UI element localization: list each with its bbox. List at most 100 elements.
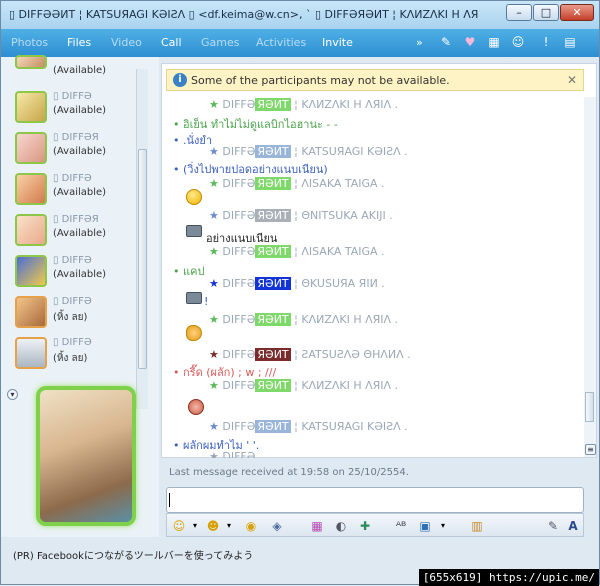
contact-status: (Available) [53,105,107,116]
contact-status: (Available) [53,228,107,239]
emoticons-dropdown-icon[interactable]: ▾ [187,518,203,534]
contact-item[interactable]: ▯ DIFFƏ (Available) [15,91,135,129]
menu-call[interactable]: Call [161,36,182,49]
menu-games[interactable]: Games [201,36,239,49]
info-icon: i [173,73,187,87]
message-sender: ★ DIFFƏ ЯƏИT ¦ ΛISAKA TAIGA . [209,177,385,190]
message-text: • .นั่งยำ [173,134,213,147]
more-menu-button[interactable]: » [416,36,423,49]
font-icon[interactable]: A [565,518,581,534]
scroll-down-button[interactable]: ≡ [585,444,596,455]
contact-item[interactable]: ▯ DIFFƏЯ (Available) [15,214,135,252]
background-icon[interactable]: ▦ [309,518,325,534]
share-folder-icon[interactable]: ▥ [469,518,485,534]
avatar [15,91,47,123]
messenger-window: ▯ DIFFƏƏИT ¦ KATSUЯAGI KƏIƧΛ ▯ <df.keima… [0,0,600,586]
contact-name: ▯ DIFFƏЯ [53,132,99,143]
smiley-emoticon-icon [186,189,202,205]
image-credit: [655x619] https://upic.me/ [418,569,599,586]
collapse-button[interactable]: ▾ [7,389,18,400]
avatar [15,337,47,369]
avatar [15,173,47,205]
scrollbar-thumb[interactable] [585,392,594,422]
theme-icon[interactable]: ▦ [487,35,501,49]
close-infobar-icon[interactable]: ✕ [567,73,577,87]
avatar [15,296,47,328]
wand-icon[interactable]: ✎ [439,35,453,49]
contact-name: ▯ DIFFƏ [53,337,92,348]
text-caret [169,493,170,507]
menu-invite[interactable]: Invite [322,36,353,49]
message-sender: ★ DIFFƏ ЯƏИT ¦ KATSUЯAGI KƏIƧΛ . [209,145,408,158]
winks-dropdown-icon[interactable]: ▾ [221,518,237,534]
message-sender: ★ DIFFƏ ЯƏИT ¦ ΘKUSUЯA ЯIИ . [209,277,385,290]
contact-item[interactable]: ▯ DIFFƏ (หิ้ง ลย) [15,296,135,334]
emoticons-icon[interactable]: ☺ [171,518,187,534]
message-sender: ★ DIFFƏ ЯƏИT ¦ ƧATSUƧΛƏ ΘHΛИΛ . [209,348,411,361]
contact-name: ▯ DIFFƏ [53,296,92,307]
conversation-scrollbar[interactable] [584,97,596,457]
winks-icon[interactable]: ☻ [205,518,221,534]
avatar [15,132,47,164]
contact-status: (หิ้ง ลย) [53,312,88,323]
avatar [15,55,47,69]
message-sender: ★ DIFFƏ ЯƏИT ¦ KATSUЯAGI KƏIƧΛ . [209,420,408,433]
title-bar: ▯ DIFFƏƏИT ¦ KATSUЯAGI KƏIƧΛ ▯ <df.keima… [1,1,599,29]
nudge-face-icon[interactable]: ◉ [243,518,259,534]
message-sender: ★ DIFFƏ ЯƏИT ¦ ΘNITSUKA AKIJI . [209,209,393,222]
picture-icon[interactable]: ▣ [417,518,433,534]
menu-files[interactable]: Files [67,36,91,49]
contact-status: (Available) [53,65,107,76]
message-text: • (วิ่งไปพายปอดอย่างแนบเนียน) [173,163,328,176]
maximize-button[interactable]: □ [533,4,559,21]
font-spelling-icon[interactable]: ᴬᴮ [393,518,409,534]
contact-name: ▯ DIFFƏ [53,173,92,184]
contact-status: (Available) [53,269,107,280]
message-input[interactable] [166,487,584,513]
contact-status: (Available) [53,146,107,157]
info-text: Some of the participants may not be avai… [191,74,450,87]
message-sender: ★ DIFFƏ ЯƏИT ¦ KΛИZΛKI H ΛЯIΛ . [209,313,399,326]
minimize-button[interactable]: – [506,4,532,21]
menu-activities[interactable]: Activities [256,36,306,49]
handwriting-icon[interactable]: ✎ [545,518,561,534]
voice-clip-icon[interactable]: ◈ [269,518,285,534]
message-sender: ★ DIFFƏ ЯƏИT ¦ KΛИZΛKI H ΛЯIΛ . [209,379,399,392]
picture-dropdown-icon[interactable]: ▾ [435,518,451,534]
contact-item[interactable]: ▯ DIFFƏ (Available) [15,173,135,211]
sound-icon[interactable]: ◐ [333,518,349,534]
contact-item[interactable]: ▯ DIFFƏЯ (Available) [15,132,135,170]
message-sender: ★ DIFFƏ ЯƏИT ¦ KΛИZΛKI H ΛЯIΛ . [209,98,399,111]
format-toolbar: ☺ ▾ ☻ ▾ ◉ ◈ ▦ ◐ ✚ ᴬᴮ ▣ ▾ ▥ ✎ A [166,513,584,537]
alert-icon[interactable]: ! [539,35,553,49]
heart-icon[interactable]: ♥ [463,35,477,49]
avatar [15,214,47,246]
contact-name: ▯ DIFFƏЯ [53,214,99,225]
camera-emoticon-icon [186,225,202,237]
window-title: ▯ DIFFƏƏИT ¦ KATSUЯAGI KƏIƧΛ ▯ <df.keima… [9,8,479,21]
scrollbar-thumb[interactable] [138,149,147,369]
message-sender: ★ DIFFƏ ЯƏИT ¦ ΛISAKA TAIGA . [209,245,385,258]
contact-status: (Available) [53,187,107,198]
contact-name: ▯ DIFFƏ [53,255,92,266]
options-icon[interactable]: ▤ [563,35,577,49]
contact-name: ▯ DIFFƏ [53,91,92,102]
camera-emoticon-icon [186,292,202,304]
contact-item[interactable]: ▯ DIFFƏ (หิ้ง ลย) [15,337,135,375]
thumbs-up-emoticon-icon [186,325,202,341]
last-message-status: Last message received at 19:58 on 25/10/… [169,467,409,478]
ad-status-text[interactable]: (PR) Facebookにつながるツールバーを使ってみよう [13,547,253,562]
close-button[interactable]: ✕ [560,4,594,21]
message-text: • แคป [173,265,205,278]
contact-list-scrollbar[interactable] [136,69,148,409]
menu-video[interactable]: Video [111,36,142,49]
angry-emoticon-icon [188,399,204,415]
my-display-picture[interactable] [36,386,136,526]
menu-bar: Photos Files Video Call Games Activities… [1,29,599,57]
emoticon-icon[interactable]: ☺ [511,35,525,49]
contact-status: (หิ้ง ลย) [53,353,88,364]
games-icon[interactable]: ✚ [357,518,373,534]
message-sender: ★ DIFFƏ [209,450,256,458]
menu-photos[interactable]: Photos [11,36,48,49]
contact-item[interactable]: ▯ DIFFƏ (Available) [15,255,135,293]
